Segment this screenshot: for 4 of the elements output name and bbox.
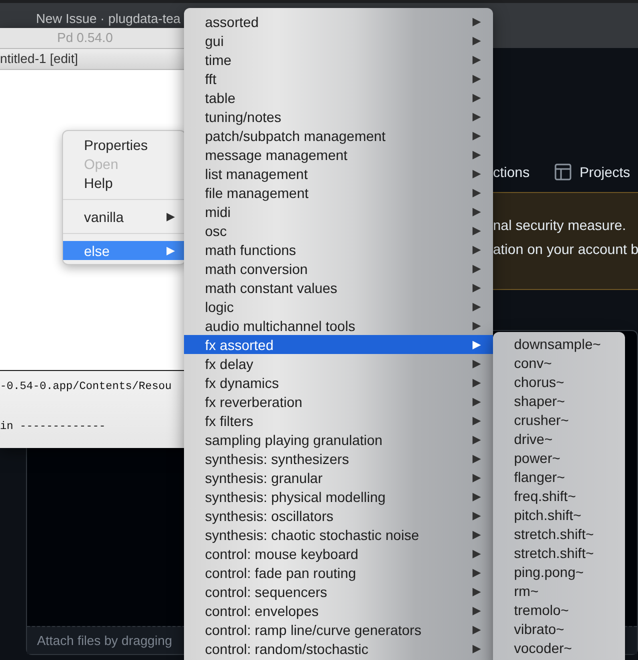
banner-text: ation on your account b (493, 240, 638, 259)
console-line: in ------------- (0, 420, 107, 435)
banner-text: nal security measure. (493, 216, 628, 235)
console-line: -0.54-0.app/Contents/Resou (0, 380, 173, 395)
